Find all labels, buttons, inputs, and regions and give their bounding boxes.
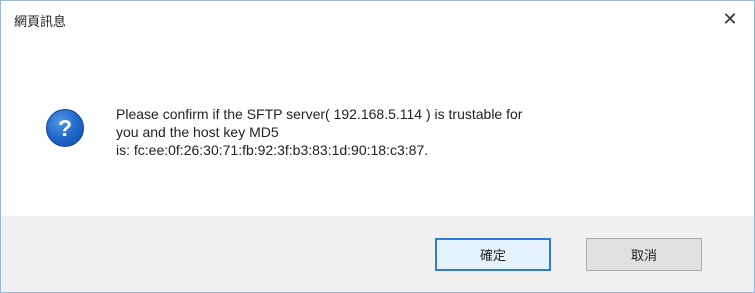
dialog-footer: 確定 取消 xyxy=(1,216,754,292)
message-line: you and the host key MD5 xyxy=(116,124,279,140)
dialog-content: ? Please confirm if the SFTP server( 192… xyxy=(1,39,754,215)
cancel-button[interactable]: 取消 xyxy=(586,238,702,271)
dialog-message: Please confirm if the SFTP server( 192.1… xyxy=(116,105,706,159)
dialog-title: 網頁訊息 xyxy=(14,14,67,30)
message-line: is: fc:ee:0f:26:30:71:fb:92:3f:b3:83:1d:… xyxy=(116,142,429,158)
ok-button[interactable]: 確定 xyxy=(435,238,551,271)
dialog-titlebar: 網頁訊息 xyxy=(1,1,754,39)
close-icon[interactable]: ✕ xyxy=(720,9,740,30)
question-icon: ? xyxy=(46,109,84,147)
message-line: Please confirm if the SFTP server( 192.1… xyxy=(116,106,523,122)
confirm-dialog: 網頁訊息 ✕ ? Please confirm if the SFTP serv… xyxy=(0,0,755,293)
